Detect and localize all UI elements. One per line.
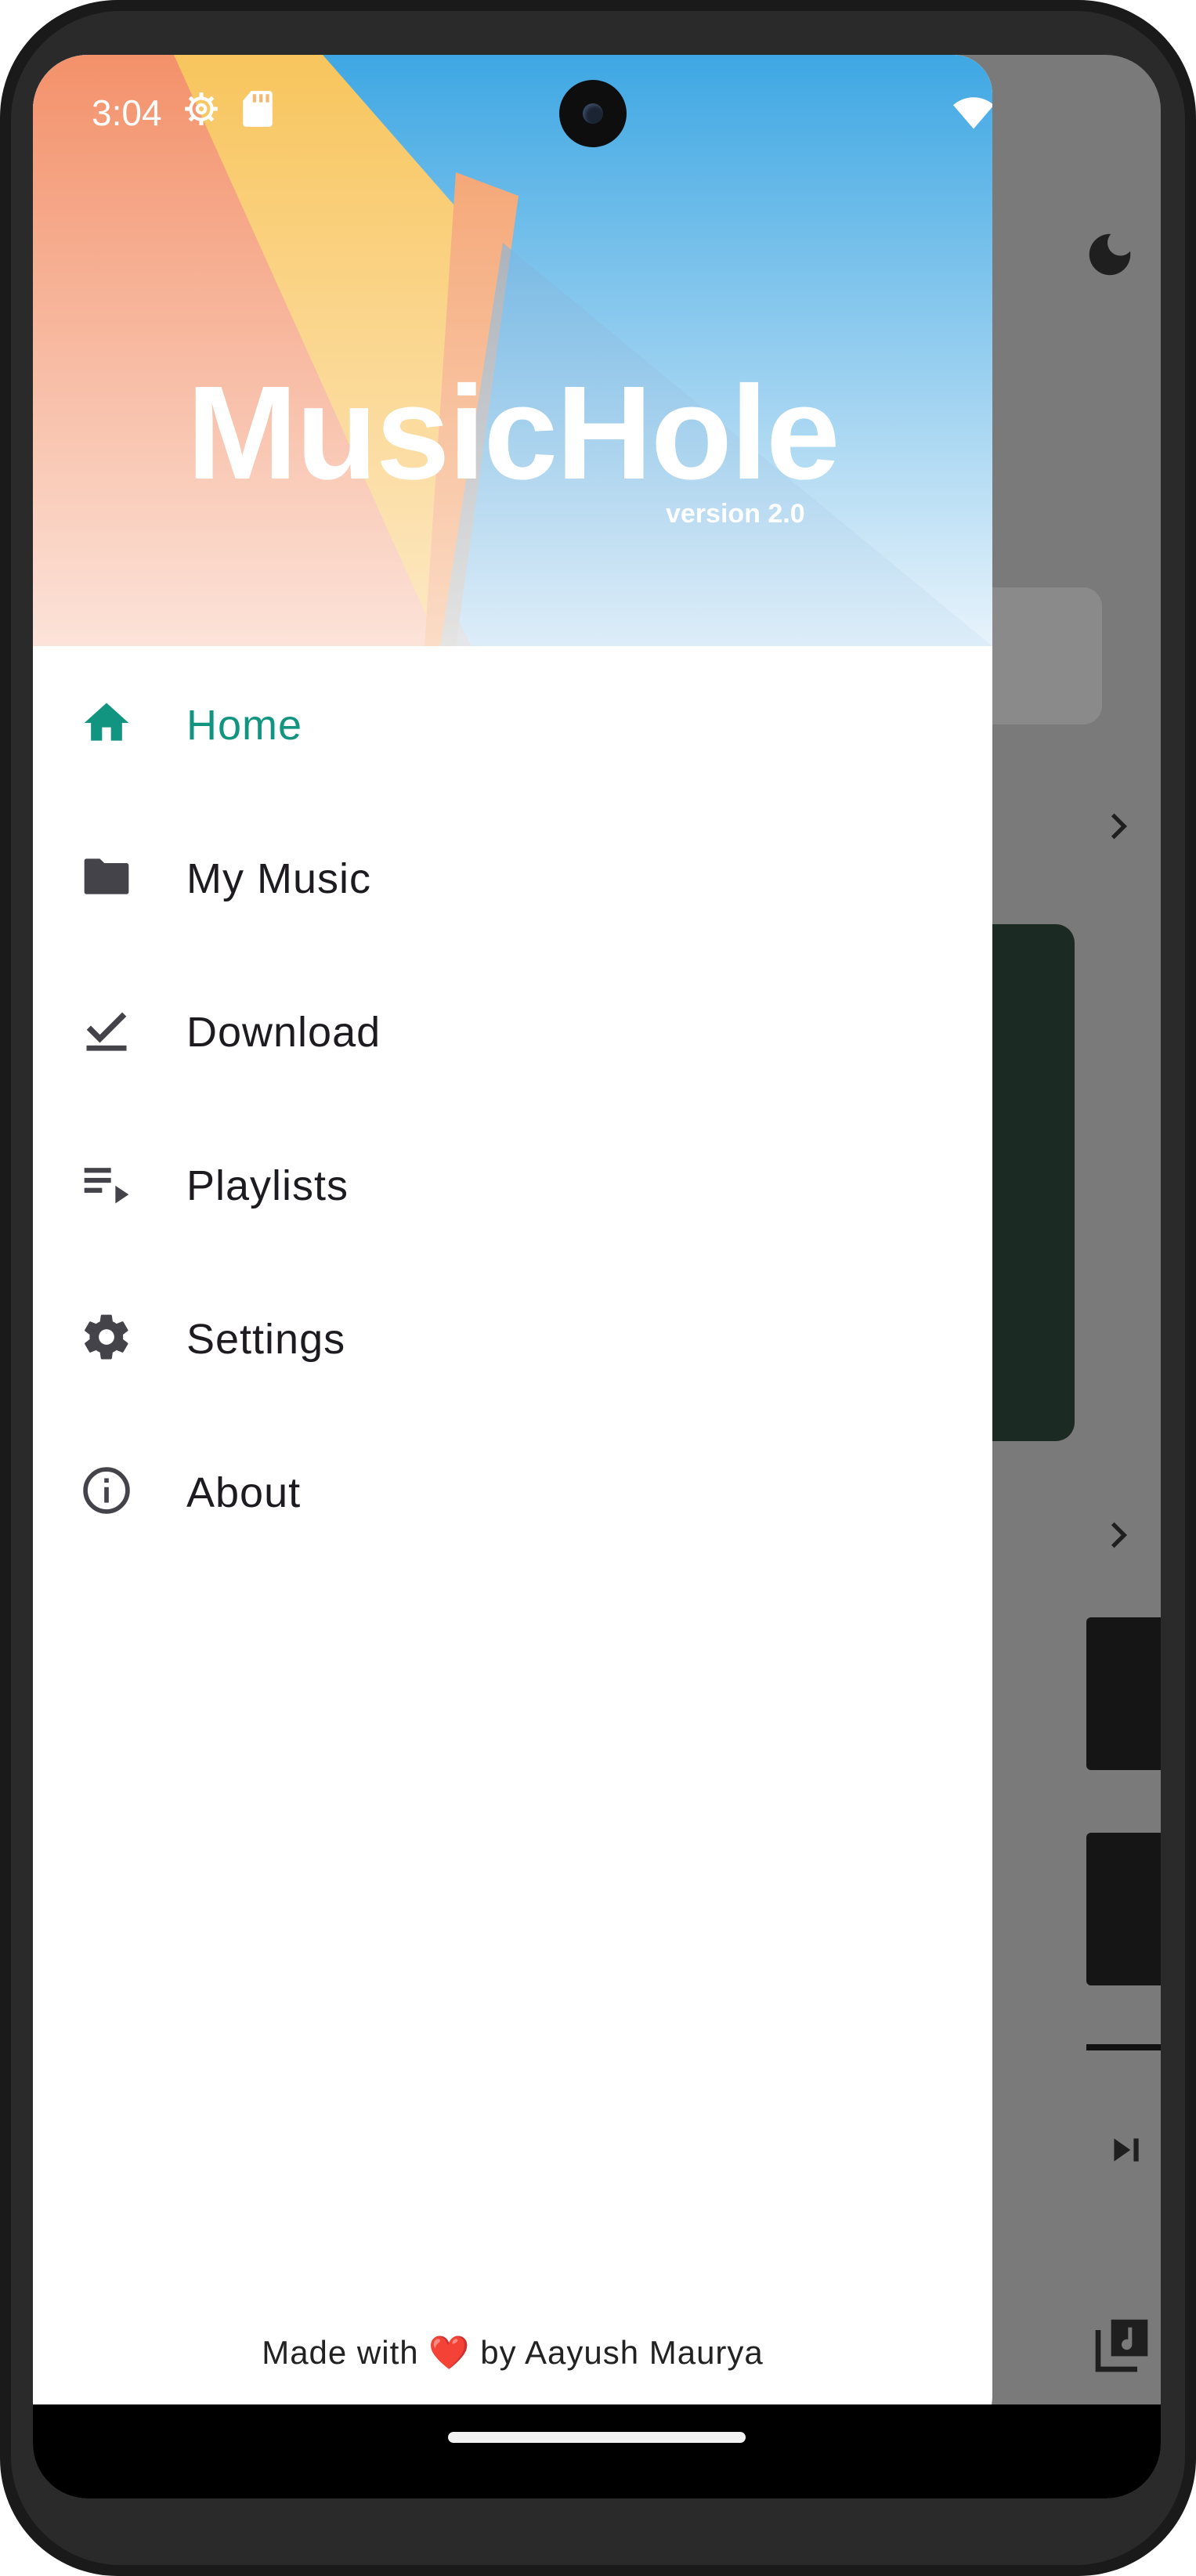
- theme-moon-icon: [1082, 227, 1137, 286]
- menu-item-settings[interactable]: Settings: [33, 1260, 992, 1414]
- menu-label-my-music: My Music: [186, 855, 371, 902]
- menu-item-about[interactable]: About: [33, 1414, 992, 1567]
- background-app: [965, 55, 1161, 2404]
- background-song-thumb: [1086, 1617, 1161, 1770]
- download-check-icon: [80, 1003, 133, 1057]
- drawer-footer: Made with ❤️ by Aayush Maurya: [33, 2334, 992, 2372]
- phone-frame: 3:04 MusicHole version 2.0 Home My Music…: [0, 0, 1196, 2576]
- background-album-art: [981, 924, 1075, 1441]
- footer-suffix: by Aayush Maurya: [480, 2334, 764, 2371]
- front-camera: [559, 80, 627, 147]
- menu-label-settings: Settings: [186, 1316, 346, 1363]
- skip-next-icon: [1106, 2130, 1145, 2173]
- system-navigation-bar: [33, 2404, 1161, 2498]
- sd-card-icon: [240, 89, 275, 132]
- heart-icon: ❤️: [428, 2334, 471, 2371]
- header-background: [33, 55, 992, 646]
- menu-item-download[interactable]: Download: [33, 953, 992, 1107]
- drawer-header: 3:04 MusicHole version 2.0: [33, 55, 992, 646]
- drawer-menu: Home My Music Download Playlists Setting…: [33, 646, 992, 1567]
- chevron-right-icon: [1098, 1516, 1137, 1559]
- footer-prefix: Made with: [262, 2334, 419, 2371]
- status-icons-left: [182, 89, 275, 132]
- wifi-icon: [953, 96, 992, 135]
- app-title: MusicHole: [186, 359, 840, 508]
- navigation-drawer: 3:04 MusicHole version 2.0 Home My Music…: [33, 55, 992, 2436]
- home-gesture-bar[interactable]: [448, 2432, 746, 2443]
- menu-item-playlists[interactable]: Playlists: [33, 1107, 992, 1260]
- gear-icon: [80, 1310, 133, 1364]
- status-time: 3:04: [92, 92, 162, 133]
- menu-item-my-music[interactable]: My Music: [33, 800, 992, 953]
- playlist-icon: [80, 1157, 133, 1210]
- menu-label-playlists: Playlists: [186, 1162, 349, 1209]
- settings-gear-icon: [182, 89, 221, 132]
- folder-icon: [80, 850, 133, 903]
- menu-label-about: About: [186, 1469, 302, 1516]
- menu-item-home[interactable]: Home: [33, 646, 992, 800]
- background-progress-bar: [1086, 2044, 1161, 2050]
- menu-label-home: Home: [186, 702, 303, 749]
- screen: 3:04 MusicHole version 2.0 Home My Music…: [33, 55, 1161, 2498]
- chevron-right-icon: [1098, 807, 1137, 850]
- status-icons-right: [953, 96, 992, 135]
- music-library-icon: [1090, 2314, 1153, 2381]
- info-icon: [80, 1464, 133, 1517]
- home-icon: [80, 696, 133, 750]
- app-version: version 2.0: [666, 499, 805, 529]
- background-song-thumb: [1086, 1833, 1161, 1985]
- menu-label-download: Download: [186, 1009, 381, 1056]
